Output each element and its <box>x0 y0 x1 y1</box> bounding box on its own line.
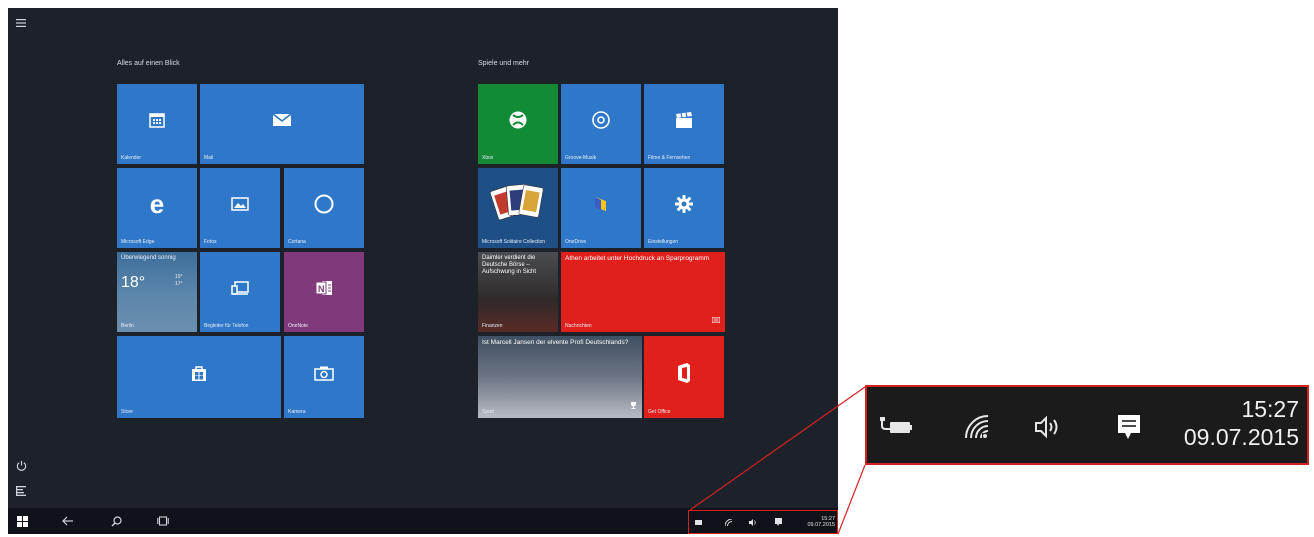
system-tray-zoom: 15:27 09.07.2015 <box>865 385 1309 465</box>
clock-date: 09.07.2015 <box>1183 424 1299 450</box>
clock-time: 15:27 <box>1241 396 1299 422</box>
volume-icon[interactable] <box>1029 409 1065 445</box>
battery-charging-icon[interactable] <box>879 409 915 445</box>
action-center-icon[interactable] <box>1111 409 1147 445</box>
clock[interactable]: 15:27 09.07.2015 <box>1184 395 1299 451</box>
wifi-icon[interactable] <box>959 409 995 445</box>
